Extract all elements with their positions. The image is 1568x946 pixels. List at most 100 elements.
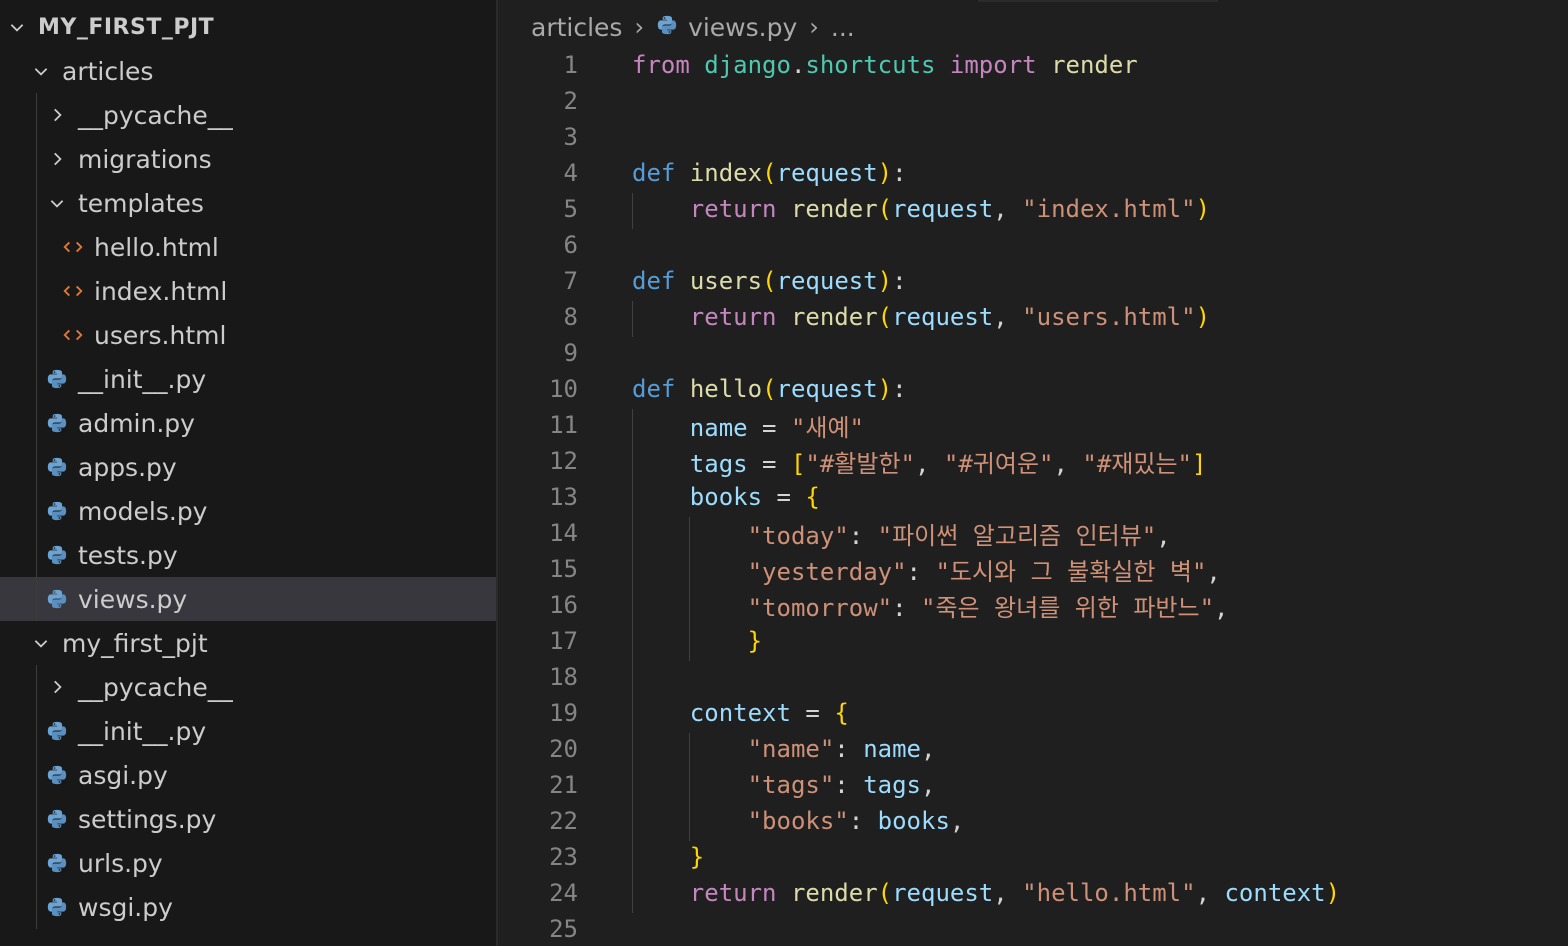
chevron-right-icon <box>46 93 68 137</box>
python-file-icon <box>44 445 70 489</box>
code-line-text: } <box>747 627 763 655</box>
file-item-wsgi-py[interactable]: wsgi.py <box>0 885 496 929</box>
code-line-text: } <box>689 843 705 871</box>
chevron-right-icon: › <box>809 13 819 41</box>
code-line[interactable]: 12 tags = ["#활발한", "#귀여운", "#재밌는"] <box>498 443 1566 479</box>
code-line[interactable]: 13 books = { <box>498 479 1566 515</box>
file-item-asgi-py[interactable]: asgi.py <box>0 753 496 797</box>
folder-item-templates[interactable]: templates <box>0 181 496 225</box>
tree-item-label: __init__.py <box>78 716 207 746</box>
code-line-text: return render(request, "hello.html", con… <box>689 879 1341 907</box>
line-number: 5 <box>563 195 578 223</box>
code-line[interactable]: 16 "tomorrow": "죽은 왕녀를 위한 파반느", <box>498 587 1566 623</box>
line-number: 10 <box>549 375 578 403</box>
code-line[interactable]: 24 return render(request, "hello.html", … <box>498 875 1566 911</box>
file-item-views-py[interactable]: views.py <box>0 577 496 621</box>
explorer-root[interactable]: MY_FIRST_PJT <box>0 5 496 49</box>
code-line[interactable]: 15 "yesterday": "도시와 그 불확실한 벽", <box>498 551 1566 587</box>
tree-item-label: urls.py <box>78 848 163 878</box>
tree-item-label: __init__.py <box>78 364 207 394</box>
code-indent-guide <box>689 733 690 841</box>
code-line[interactable]: 2 <box>498 83 1566 119</box>
file-item-urls-py[interactable]: urls.py <box>0 841 496 885</box>
code-line[interactable]: 9 <box>498 335 1566 371</box>
python-file-icon <box>44 841 70 885</box>
code-line-text: def index(request): <box>632 159 907 187</box>
python-icon <box>656 13 678 42</box>
code-line[interactable]: 6 <box>498 227 1566 263</box>
explorer-root-label: MY_FIRST_PJT <box>38 14 215 40</box>
code-line[interactable]: 3 <box>498 119 1566 155</box>
file-item-tests-py[interactable]: tests.py <box>0 533 496 577</box>
breadcrumb-folder[interactable]: articles <box>531 13 622 42</box>
code-line[interactable]: 11 name = "새예" <box>498 407 1566 443</box>
tree-item-label: my_first_pjt <box>62 628 208 658</box>
file-item-apps-py[interactable]: apps.py <box>0 445 496 489</box>
file-item-init-py[interactable]: __init__.py <box>0 357 496 401</box>
chevron-down-icon <box>30 49 52 93</box>
code-line[interactable]: 25 <box>498 911 1566 946</box>
breadcrumb-file[interactable]: views.py <box>656 13 797 42</box>
line-number: 1 <box>563 51 578 79</box>
python-file-icon <box>44 577 70 621</box>
file-item-admin-py[interactable]: admin.py <box>0 401 496 445</box>
tree-item-label: __pycache__ <box>78 672 233 702</box>
html-file-icon <box>60 269 86 313</box>
folder-item-pycache[interactable]: __pycache__ <box>0 665 496 709</box>
tree-item-label: settings.py <box>78 804 217 834</box>
code-line[interactable]: 5 return render(request, "index.html") <box>498 191 1566 227</box>
chevron-right-icon <box>46 137 68 181</box>
line-number: 15 <box>549 555 578 583</box>
tree-item-label: __pycache__ <box>78 100 233 130</box>
code-line[interactable]: 22 "books": books, <box>498 803 1566 839</box>
breadcrumb-symbol[interactable]: ... <box>831 13 855 42</box>
folder-item-articles[interactable]: articles <box>0 49 496 93</box>
line-number: 6 <box>563 231 578 259</box>
code-line[interactable]: 8 return render(request, "users.html") <box>498 299 1566 335</box>
tree-item-label: apps.py <box>78 452 177 482</box>
chevron-down-icon <box>46 181 68 225</box>
code-line[interactable]: 20 "name": name, <box>498 731 1566 767</box>
chevron-right-icon <box>46 665 68 709</box>
python-file-icon <box>44 533 70 577</box>
code-line[interactable]: 21 "tags": tags, <box>498 767 1566 803</box>
file-item-hello-html[interactable]: hello.html <box>0 225 496 269</box>
breadcrumb: articles › views.py › ... <box>498 0 855 54</box>
line-number: 3 <box>563 123 578 151</box>
code-line-text: def hello(request): <box>632 375 907 403</box>
tree-item-label: models.py <box>78 496 208 526</box>
folder-item-migrations[interactable]: migrations <box>0 137 496 181</box>
line-number: 18 <box>549 663 578 691</box>
code-line[interactable]: 23 } <box>498 839 1566 875</box>
tree-item-label: migrations <box>78 144 212 174</box>
python-file-icon <box>44 709 70 753</box>
code-line[interactable]: 7 def users(request): <box>498 263 1566 299</box>
file-item-users-html[interactable]: users.html <box>0 313 496 357</box>
code-line-text: books = { <box>689 483 820 511</box>
code-line-text: "books": books, <box>747 807 965 835</box>
code-line[interactable]: 17 } <box>498 623 1566 659</box>
code-line[interactable]: 18 <box>498 659 1566 695</box>
file-item-settings-py[interactable]: settings.py <box>0 797 496 841</box>
code-line[interactable]: 19 context = { <box>498 695 1566 731</box>
line-number: 14 <box>549 519 578 547</box>
folder-item-pycache[interactable]: __pycache__ <box>0 93 496 137</box>
file-item-index-html[interactable]: index.html <box>0 269 496 313</box>
file-item-init-py[interactable]: __init__.py <box>0 709 496 753</box>
tree-item-label: asgi.py <box>78 760 168 790</box>
line-number: 2 <box>563 87 578 115</box>
file-item-models-py[interactable]: models.py <box>0 489 496 533</box>
tree-item-label: users.html <box>94 320 227 350</box>
code-line[interactable]: 14 "today": "파이썬 알고리즘 인터뷰", <box>498 515 1566 551</box>
code-line-text: "today": "파이썬 알고리즘 인터뷰", <box>747 521 1171 550</box>
line-number: 20 <box>549 735 578 763</box>
code-line-text: name = "새예" <box>689 413 865 442</box>
tree-item-label: index.html <box>94 276 228 306</box>
code-line-text: return render(request, "index.html") <box>689 195 1211 223</box>
code-line[interactable]: 4 def index(request): <box>498 155 1566 191</box>
code-line[interactable]: 10 def hello(request): <box>498 371 1566 407</box>
line-number: 7 <box>563 267 578 295</box>
folder-item-my-first-pjt[interactable]: my_first_pjt <box>0 621 496 665</box>
code-line[interactable]: 1 from django.shortcuts import render <box>498 47 1566 83</box>
line-number: 19 <box>549 699 578 727</box>
